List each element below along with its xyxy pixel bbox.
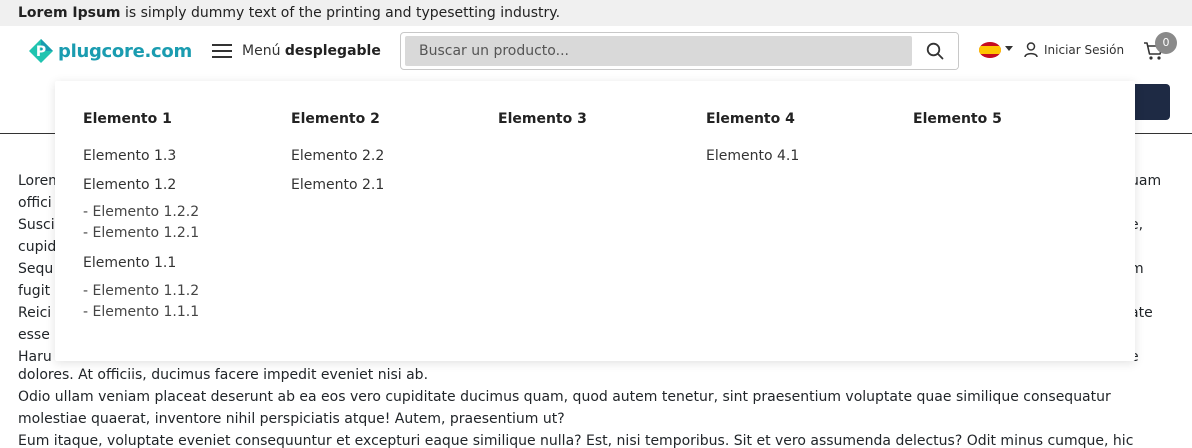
menu-column-title[interactable]: Elemento 1 xyxy=(83,109,283,129)
text-fragment: e xyxy=(1130,346,1178,368)
dropdown-menu-toggle[interactable]: Menú desplegable xyxy=(212,38,381,64)
text-fragment: e, xyxy=(1130,217,1144,233)
menu-label: Menú desplegable xyxy=(242,43,381,59)
svg-text:P: P xyxy=(36,44,46,60)
menu-item[interactable]: Elemento 2.2 xyxy=(291,145,491,167)
paragraph-line: Odio ullam veniam placeat deserunt ab ea… xyxy=(18,389,1111,405)
chevron-down-icon xyxy=(1005,45,1013,51)
paragraph-line: molestiae quaerat, inventore nihil persp… xyxy=(18,411,565,427)
site-logo[interactable]: P plugcore.com xyxy=(28,36,192,66)
menu-subitem[interactable]: - Elemento 1.1.2 xyxy=(83,281,283,302)
menu-column-1: Elemento 1 Elemento 1.3 Elemento 1.2 - E… xyxy=(83,109,283,323)
search-button[interactable] xyxy=(912,33,958,69)
logo-text: plugcore.com xyxy=(58,40,192,62)
login-label: Iniciar Sesión xyxy=(1044,43,1125,57)
menu-subitem[interactable]: - Elemento 1.2.1 xyxy=(83,223,283,244)
site-header: P plugcore.com Menú desplegable Iniciar … xyxy=(0,26,1192,76)
mega-menu-dropdown: Elemento 1 Elemento 1.3 Elemento 1.2 - E… xyxy=(55,81,1135,361)
hamburger-icon xyxy=(212,44,232,58)
menu-column-title[interactable]: Elemento 4 xyxy=(706,109,906,129)
menu-column-title[interactable]: Elemento 5 xyxy=(913,109,1113,129)
menu-item[interactable]: Elemento 1.1 xyxy=(83,252,283,274)
menu-subitem[interactable]: - Elemento 1.2.2 xyxy=(83,202,283,223)
menu-column-3: Elemento 3 xyxy=(498,109,698,129)
search-input[interactable] xyxy=(405,36,912,66)
spain-flag-icon xyxy=(979,42,1001,58)
user-icon xyxy=(1024,42,1038,58)
search-bar xyxy=(400,32,959,70)
right-text-fragments: uam e, m ate e xyxy=(1130,170,1178,368)
language-selector[interactable] xyxy=(979,42,1013,58)
menu-subitem[interactable]: - Elemento 1.1.1 xyxy=(83,302,283,323)
menu-item[interactable]: Elemento 1.3 xyxy=(83,145,283,167)
announcement-strong: Lorem Ipsum xyxy=(18,5,121,21)
announcement-bar: Lorem Ipsum is simply dummy text of the … xyxy=(0,0,1192,26)
menu-column-title[interactable]: Elemento 3 xyxy=(498,109,698,129)
announcement-text: is simply dummy text of the printing and… xyxy=(120,5,561,21)
text-fragment: ate xyxy=(1130,305,1153,321)
menu-column-title[interactable]: Elemento 2 xyxy=(291,109,491,129)
logo-icon: P xyxy=(28,38,54,64)
search-icon xyxy=(926,42,944,60)
cart-count-badge: 0 xyxy=(1155,32,1177,54)
menu-column-4: Elemento 4 Elemento 4.1 xyxy=(706,109,906,167)
menu-column-2: Elemento 2 Elemento 2.2 Elemento 2.1 xyxy=(291,109,491,196)
text-fragment: m xyxy=(1130,261,1144,277)
paragraph-line: Eum itaque, voluptate eveniet consequunt… xyxy=(18,433,1134,448)
login-link[interactable]: Iniciar Sesión xyxy=(1024,42,1124,58)
menu-column-5: Elemento 5 xyxy=(913,109,1113,129)
menu-item[interactable]: Elemento 1.2 xyxy=(83,174,283,196)
paragraph-line: dolores. At officiis, ducimus facere imp… xyxy=(18,367,429,383)
menu-item[interactable]: Elemento 2.1 xyxy=(291,174,491,196)
menu-item[interactable]: Elemento 4.1 xyxy=(706,145,906,167)
text-fragment: uam xyxy=(1130,173,1162,189)
